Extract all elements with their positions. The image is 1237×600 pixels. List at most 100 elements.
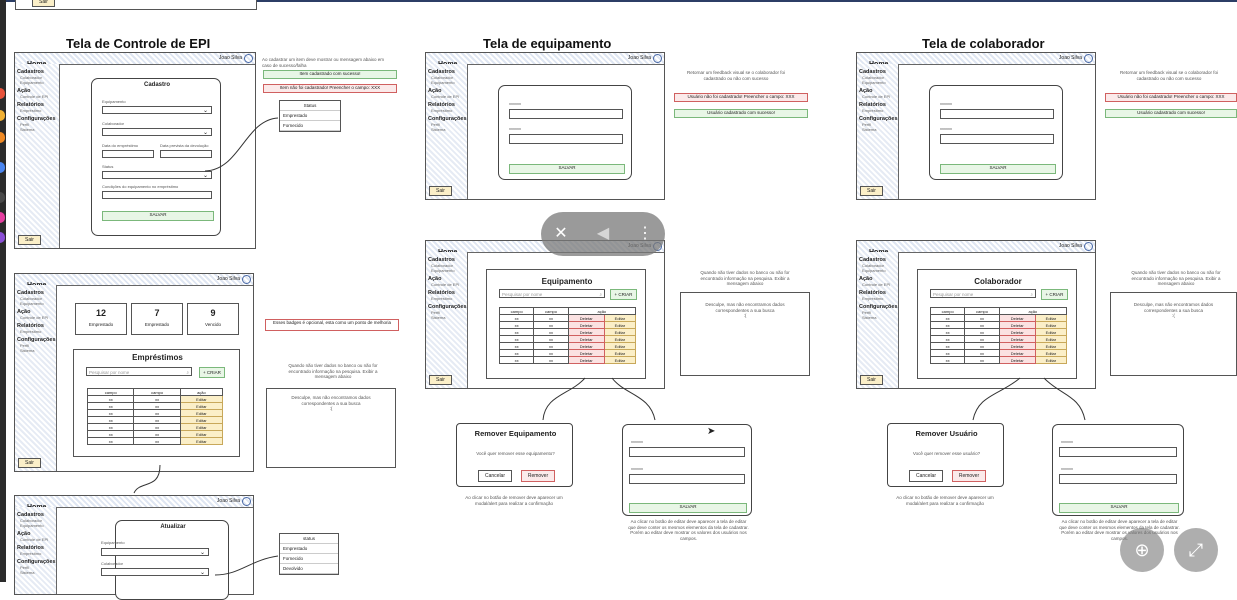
remove-button[interactable]: Remover (521, 470, 555, 482)
sidebar-item-controle-epi[interactable]: Controle de EPI (431, 282, 465, 287)
delete-button[interactable]: Deletar (998, 314, 1036, 322)
edit-button[interactable]: Editar (603, 342, 637, 350)
sair-button[interactable]: Sair (32, 0, 55, 7)
mute-icon[interactable]: ◀ (593, 224, 613, 244)
field-input[interactable] (629, 474, 745, 484)
sidebar-item-sistema[interactable]: Sistema (20, 127, 57, 132)
delete-button[interactable]: Deletar (567, 335, 605, 343)
sidebar-item-emprestimo[interactable]: Empréstimo (20, 108, 57, 113)
cancel-button[interactable]: Cancelar (909, 470, 943, 482)
user-menu[interactable]: Joao Silva (219, 53, 253, 64)
search-input[interactable]: Pesquisar por nome ⌕ (86, 367, 192, 376)
delete-button[interactable]: Deletar (567, 314, 605, 322)
criar-button[interactable]: + CRIAR (199, 367, 225, 378)
sidebar-item-equipamento[interactable]: Equipamento (431, 268, 465, 273)
status-option[interactable]: Devolvido (280, 564, 338, 574)
sair-button[interactable]: Sair (860, 375, 883, 385)
delete-button[interactable]: Deletar (567, 321, 605, 329)
salvar-button[interactable]: SALVAR (629, 503, 747, 513)
field-input[interactable] (940, 109, 1054, 119)
sidebar-item-emprestimo[interactable]: Empréstimo (431, 296, 465, 301)
sidebar-item-equipamento[interactable]: Equipamento (862, 268, 896, 273)
app-icon[interactable] (0, 132, 5, 143)
user-menu[interactable]: Joao Silva (1059, 53, 1093, 64)
status-option[interactable]: Emprestado (280, 111, 340, 121)
sidebar-item-emprestimo[interactable]: Empréstimo (20, 551, 54, 556)
sidebar-item-equipamento[interactable]: Equipamento (20, 523, 54, 528)
user-menu[interactable]: Joao Silva (217, 496, 251, 507)
edit-button[interactable]: Editar (1034, 349, 1068, 357)
sidebar-item-controle-epi[interactable]: Controle de EPI (20, 94, 57, 99)
delete-button[interactable]: Deletar (567, 342, 605, 350)
app-icon[interactable] (0, 192, 5, 203)
field-input[interactable] (629, 447, 745, 457)
edit-button[interactable]: Editar (179, 402, 224, 410)
equipamento-select[interactable]: ⌄ (101, 548, 209, 556)
sidebar-item-sistema[interactable]: Sistema (862, 127, 896, 132)
sidebar-item-equipamento[interactable]: Equipamento (20, 301, 54, 306)
sidebar-item-equipamento[interactable]: Equipamento (862, 80, 896, 85)
expand-icon[interactable]: ⤢ (1174, 528, 1218, 572)
sidebar-item-emprestimo[interactable]: Empréstimo (862, 108, 896, 113)
data-emprestimo-input[interactable] (102, 150, 154, 158)
edit-button[interactable]: Editar (179, 430, 224, 438)
user-menu[interactable]: Joao Silva (217, 274, 251, 285)
sidebar-item-controle-epi[interactable]: Controle de EPI (431, 94, 465, 99)
criar-button[interactable]: + CRIAR (1041, 289, 1068, 300)
salvar-button[interactable]: SALVAR (1059, 503, 1179, 513)
user-menu[interactable]: Joao Silva (628, 53, 662, 64)
equipamento-select[interactable]: ⌄ (102, 106, 212, 114)
field-input[interactable] (1059, 474, 1177, 484)
app-icon[interactable] (0, 232, 5, 243)
edit-button[interactable]: Editar (179, 395, 224, 403)
edit-button[interactable]: Editar (179, 409, 224, 417)
app-icon[interactable] (0, 212, 5, 223)
colaborador-select[interactable]: ⌄ (101, 568, 209, 576)
edit-button[interactable]: Editar (179, 437, 224, 445)
sidebar-item-sistema[interactable]: Sistema (20, 570, 54, 575)
sidebar-item-emprestimo[interactable]: Empréstimo (20, 329, 54, 334)
edit-button[interactable]: Editar (1034, 335, 1068, 343)
delete-button[interactable]: Deletar (998, 349, 1036, 357)
search-input[interactable]: Pesquisar por nome ⌕ (930, 289, 1036, 298)
sair-button[interactable]: Sair (429, 186, 452, 196)
sidebar-item-sistema[interactable]: Sistema (431, 315, 465, 320)
sidebar-item-equipamento[interactable]: Equipamento (431, 80, 465, 85)
field-input[interactable] (940, 134, 1054, 144)
cancel-button[interactable]: Cancelar (478, 470, 512, 482)
edit-button[interactable]: Editar (179, 416, 224, 424)
sair-button[interactable]: Sair (18, 235, 41, 245)
sair-button[interactable]: Sair (429, 375, 452, 385)
search-input[interactable]: Pesquisar por nome ⌕ (499, 289, 605, 298)
colaborador-select[interactable]: ⌄ (102, 128, 212, 136)
remove-button[interactable]: Remover (952, 470, 986, 482)
edit-button[interactable]: Editar (1034, 342, 1068, 350)
sidebar-item-controle-epi[interactable]: Controle de EPI (862, 94, 896, 99)
more-vert-icon[interactable]: ⋮ (635, 224, 655, 244)
edit-button[interactable]: Editar (603, 328, 637, 336)
edit-button[interactable]: Editar (603, 314, 637, 322)
sidebar-item-sistema[interactable]: Sistema (431, 127, 465, 132)
delete-button[interactable]: Deletar (567, 349, 605, 357)
sair-button[interactable]: Sair (18, 458, 41, 468)
app-icon[interactable] (0, 110, 5, 121)
app-icon[interactable] (0, 88, 5, 99)
sidebar-item-controle-epi[interactable]: Controle de EPI (20, 537, 54, 542)
edit-button[interactable]: Editar (603, 349, 637, 357)
salvar-button[interactable]: SALVAR (509, 164, 625, 174)
condicoes-input[interactable] (102, 191, 212, 199)
edit-button[interactable]: Editar (603, 356, 637, 364)
pin-off-icon[interactable]: ✕ (551, 224, 571, 244)
sidebar-item-equipamento[interactable]: Equipamento (20, 80, 57, 85)
delete-button[interactable]: Deletar (998, 321, 1036, 329)
delete-button[interactable]: Deletar (567, 356, 605, 364)
field-input[interactable] (509, 134, 623, 144)
edit-button[interactable]: Editar (179, 423, 224, 431)
sidebar-item-emprestimo[interactable]: Empréstimo (862, 296, 896, 301)
sidebar-item-controle-epi[interactable]: Controle de EPI (20, 315, 54, 320)
status-option[interactable]: Fornecido (280, 554, 338, 564)
data-devolucao-input[interactable] (160, 150, 212, 158)
delete-button[interactable]: Deletar (998, 356, 1036, 364)
delete-button[interactable]: Deletar (567, 328, 605, 336)
edit-button[interactable]: Editar (1034, 321, 1068, 329)
